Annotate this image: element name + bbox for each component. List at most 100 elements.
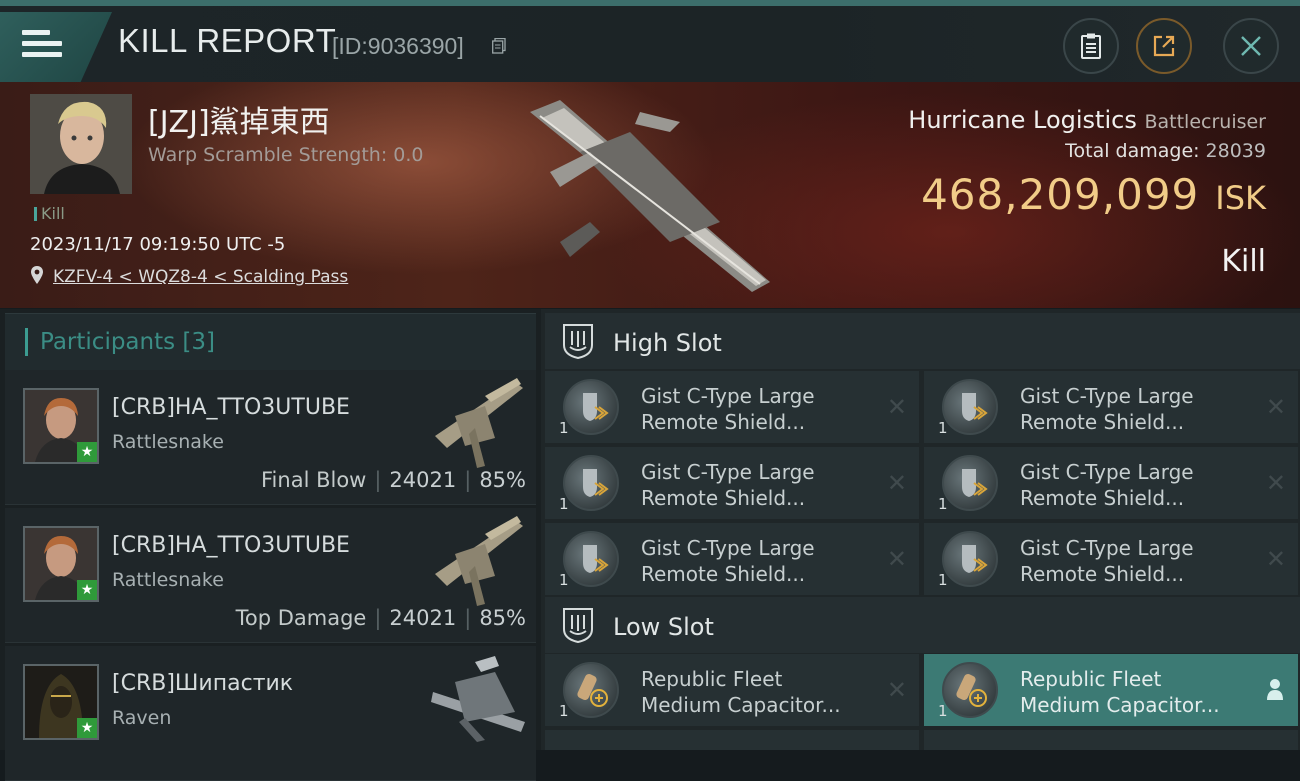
stats-separator: |: [464, 606, 472, 630]
participant-row[interactable]: ★ [CRB]HA_TTO3UTUBE Rattlesnake Top Dama…: [5, 508, 536, 643]
module-name-line1: Gist C-Type Large: [1020, 536, 1194, 560]
module-name-line1: Gist C-Type Large: [1020, 384, 1194, 408]
module-item[interactable]: 1 Gist C-Type Large Remote Shield... ✕: [545, 523, 919, 595]
location-pin-icon: [31, 266, 43, 284]
high-slot-icon: [563, 324, 593, 359]
module-name-line2: Remote Shield...: [641, 410, 806, 434]
module-name: Gist C-Type Large Remote Shield...: [641, 459, 815, 511]
person-icon: [1267, 679, 1283, 700]
module-name-line1: Republic Fleet: [1020, 667, 1162, 691]
share-button[interactable]: [1136, 18, 1192, 74]
module-quantity: 1: [559, 702, 569, 720]
module-name-line2: Remote Shield...: [641, 562, 806, 586]
participant-row[interactable]: ★ [CRB]HA_TTO3UTUBE Rattlesnake Final Bl…: [5, 370, 536, 505]
module-item[interactable]: [924, 730, 1298, 750]
victim-ship-image[interactable]: [520, 92, 780, 302]
victim-name[interactable]: [JZJ]鯊掉東西: [148, 97, 330, 141]
ship-class-text: Battlecruiser: [1144, 111, 1266, 133]
module-name-line2: Remote Shield...: [1020, 410, 1185, 434]
module-name: Gist C-Type Large Remote Shield...: [641, 383, 815, 435]
participant-avatar: ★: [23, 388, 99, 464]
destroyed-x-icon: ✕: [1265, 545, 1286, 573]
menu-icon[interactable]: [22, 30, 62, 64]
module-name-line1: Gist C-Type Large: [641, 536, 815, 560]
victim-avatar-image: [30, 94, 132, 194]
destroyed-x-icon: ✕: [886, 545, 907, 573]
destroyed-x-icon: ✕: [886, 393, 907, 421]
total-damage-label: Total damage:: [1065, 140, 1200, 162]
module-quantity: 1: [559, 419, 569, 437]
participant-percent: 85%: [479, 468, 526, 492]
destroyed-x-icon: ✕: [1265, 393, 1286, 421]
module-name-line1: Republic Fleet: [641, 667, 783, 691]
participants-header: Participants [3]: [5, 313, 536, 370]
participant-row[interactable]: ★ [CRB]Шипастик Raven: [5, 646, 536, 781]
victim-ship-name[interactable]: Hurricane Logistics Battlecruiser: [908, 106, 1266, 134]
warp-scramble-strength: Warp Scramble Strength: 0.0: [148, 144, 424, 166]
module-item[interactable]: 1 Gist C-Type Large Remote Shield... ✕: [545, 447, 919, 519]
location-link[interactable]: KZFV-4 < WQZ8-4 < Scalding Pass: [53, 267, 348, 287]
high-slot-header: High Slot: [545, 313, 1300, 369]
module-item[interactable]: [545, 730, 919, 750]
module-quantity: 1: [559, 571, 569, 589]
capacitor-module-icon: [942, 662, 998, 718]
participant-percent: 85%: [479, 606, 526, 630]
module-item[interactable]: 1 Gist C-Type Large Remote Shield... ✕: [924, 447, 1298, 519]
close-button[interactable]: [1223, 18, 1279, 74]
module-name-line2: Remote Shield...: [641, 486, 806, 510]
stats-separator: |: [374, 468, 382, 492]
participant-ship: Raven: [112, 707, 172, 729]
kill-type-label: Kill: [1221, 244, 1266, 279]
participant-damage: 24021: [389, 468, 457, 492]
participant-avatar: ★: [23, 664, 99, 740]
remote-shield-module-icon: [563, 531, 619, 587]
module-name-line2: Remote Shield...: [1020, 486, 1185, 510]
module-name: Gist C-Type Large Remote Shield...: [641, 535, 815, 587]
remote-shield-module-icon: [942, 455, 998, 511]
low-slot-icon: [563, 608, 593, 643]
close-icon: [1241, 36, 1261, 56]
module-name: Gist C-Type Large Remote Shield...: [1020, 535, 1194, 587]
report-id: [ID:9036390]: [332, 33, 464, 59]
total-damage-value: 28039: [1205, 140, 1266, 162]
module-quantity: 1: [938, 571, 948, 589]
copy-icon[interactable]: [492, 38, 506, 54]
kill-banner: [JZJ]鯊掉東西 Warp Scramble Strength: 0.0 Ki…: [0, 82, 1300, 308]
isk-value: 468,209,099 ISK: [921, 170, 1266, 219]
module-name: Republic Fleet Medium Capacitor...: [641, 666, 841, 718]
module-name: Gist C-Type Large Remote Shield...: [1020, 459, 1194, 511]
kill-datetime: 2023/11/17 09:19:50 UTC -5: [30, 234, 286, 255]
remote-shield-module-icon: [942, 379, 998, 435]
module-name-line1: Gist C-Type Large: [641, 460, 815, 484]
share-icon: [1153, 35, 1175, 57]
low-slot-label: Low Slot: [613, 613, 714, 641]
page-title: KILL REPORT: [118, 22, 337, 59]
module-name: Republic Fleet Medium Capacitor...: [1020, 666, 1220, 718]
participant-ship: Rattlesnake: [112, 431, 224, 453]
participants-title: Participants [3]: [40, 329, 215, 355]
participant-name: [CRB]HA_TTO3UTUBE: [112, 395, 350, 420]
module-quantity: 1: [938, 495, 948, 513]
participant-stats: Top Damage | 24021 | 85%: [236, 606, 526, 630]
module-item[interactable]: 1 Republic Fleet Medium Capacitor... ✕: [545, 654, 919, 726]
module-name-line1: Gist C-Type Large: [1020, 460, 1194, 484]
module-item[interactable]: 1 Gist C-Type Large Remote Shield... ✕: [924, 523, 1298, 595]
participant-ship-image: [431, 656, 525, 742]
stats-separator: |: [464, 468, 472, 492]
standing-star-icon: ★: [77, 580, 97, 600]
module-name: Gist C-Type Large Remote Shield...: [1020, 383, 1194, 435]
clipboard-button[interactable]: [1063, 18, 1119, 74]
kill-tag: Kill: [34, 204, 65, 223]
participant-stats: Final Blow | 24021 | 85%: [261, 468, 526, 492]
module-item-selected[interactable]: 1 Republic Fleet Medium Capacitor...: [924, 654, 1298, 726]
standing-star-icon: ★: [77, 718, 97, 738]
isk-amount: 468,209,099: [921, 170, 1200, 219]
capacitor-module-icon: [563, 662, 619, 718]
participant-ship-image: [435, 378, 523, 468]
participant-ship-image: [435, 516, 523, 606]
participant-name: [CRB]HA_TTO3UTUBE: [112, 533, 350, 558]
module-item[interactable]: 1 Gist C-Type Large Remote Shield... ✕: [924, 371, 1298, 443]
victim-portrait[interactable]: [30, 94, 132, 194]
clipboard-icon: [1081, 33, 1101, 59]
module-item[interactable]: 1 Gist C-Type Large Remote Shield... ✕: [545, 371, 919, 443]
